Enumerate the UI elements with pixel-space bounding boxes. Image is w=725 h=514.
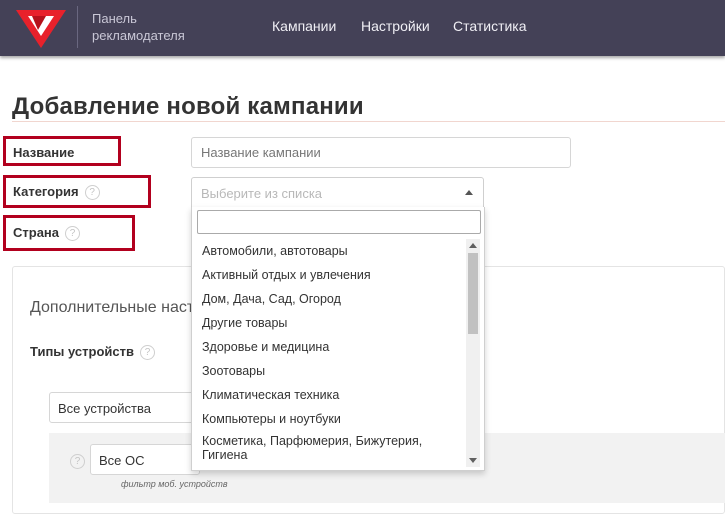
dropdown-options-list: Автомобили, автотовары Активный отдых и … bbox=[192, 239, 466, 467]
nav-statistics[interactable]: Статистика bbox=[453, 18, 527, 34]
top-navigation-bar: Панель рекламодателя Кампании Настройки … bbox=[0, 0, 725, 56]
dropdown-option[interactable]: Климатическая техника bbox=[192, 383, 466, 407]
dropdown-option[interactable]: Косметика, Парфюмерия, Бижутерия, Гигиен… bbox=[192, 431, 466, 465]
name-label: Название bbox=[13, 145, 75, 160]
dropdown-option[interactable]: Другие товары bbox=[192, 311, 466, 335]
page-title: Добавление новой кампании bbox=[12, 93, 364, 120]
dropdown-option[interactable]: Компьютеры и ноутбуки bbox=[192, 407, 466, 431]
scroll-up-arrow-icon[interactable] bbox=[469, 243, 477, 248]
os-help-icon[interactable]: ? bbox=[70, 454, 85, 469]
country-help-icon[interactable]: ? bbox=[65, 226, 81, 242]
nav-campaigns[interactable]: Кампании bbox=[272, 18, 336, 34]
nav-settings[interactable]: Настройки bbox=[361, 18, 430, 34]
dropdown-option[interactable]: Активный отдых и увлечения bbox=[192, 263, 466, 287]
dropdown-scrollbar[interactable] bbox=[466, 239, 480, 467]
header-divider bbox=[77, 6, 78, 48]
dropdown-option[interactable]: Автомобили, автотовары bbox=[192, 239, 466, 263]
os-filter-note: фильтр моб. устройств bbox=[121, 479, 228, 489]
campaign-name-input[interactable] bbox=[191, 137, 571, 168]
scroll-down-arrow-icon[interactable] bbox=[469, 458, 477, 463]
category-label: Категория? bbox=[13, 184, 100, 201]
device-types-help-icon[interactable]: ? bbox=[139, 345, 155, 361]
device-types-label: Типы устройств? bbox=[30, 344, 155, 361]
category-select[interactable]: Выберите из списка bbox=[191, 177, 484, 208]
title-divider bbox=[12, 121, 725, 122]
brand-line-1: Панель bbox=[92, 11, 137, 26]
device-types-label-text: Типы устройств bbox=[30, 344, 134, 359]
device-type-select[interactable]: Все устройства bbox=[49, 392, 199, 423]
brand-line-2: рекламодателя bbox=[92, 28, 185, 43]
category-dropdown: Автомобили, автотовары Активный отдых и … bbox=[191, 207, 485, 471]
dropdown-search-input[interactable] bbox=[197, 210, 481, 234]
category-help-icon[interactable]: ? bbox=[84, 185, 100, 201]
dropdown-option[interactable]: Здоровье и медицина bbox=[192, 335, 466, 359]
scroll-thumb[interactable] bbox=[468, 253, 478, 334]
caret-up-icon[interactable] bbox=[465, 190, 473, 195]
country-label-text: Страна bbox=[13, 225, 60, 240]
category-label-text: Категория bbox=[13, 184, 79, 199]
dropdown-option[interactable]: Дом, Дача, Сад, Огород bbox=[192, 287, 466, 311]
country-label: Страна? bbox=[13, 225, 81, 242]
brand-logo-icon[interactable] bbox=[16, 8, 66, 50]
category-select-placeholder: Выберите из списка bbox=[201, 186, 323, 201]
brand-title: Панель рекламодателя bbox=[92, 10, 185, 44]
dropdown-option[interactable]: Зоотовары bbox=[192, 359, 466, 383]
os-select[interactable]: Все ОС bbox=[90, 444, 200, 475]
